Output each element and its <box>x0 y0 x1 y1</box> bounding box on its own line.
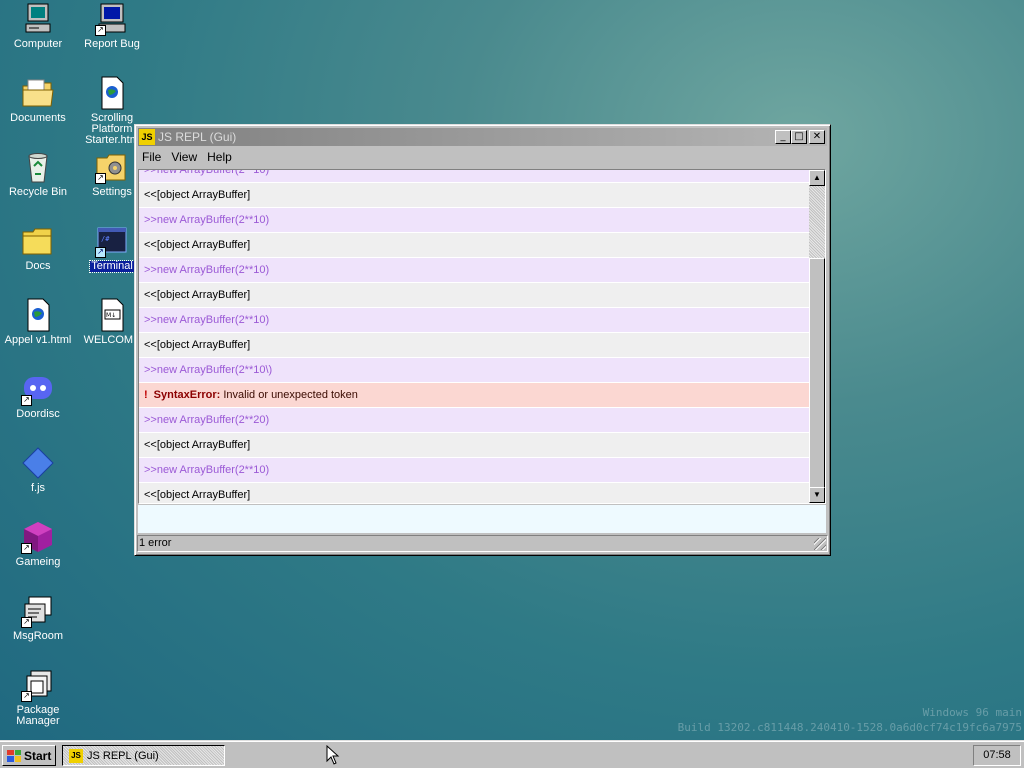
maximize-button[interactable]: □ <box>791 130 807 144</box>
html-file-icon <box>21 298 55 332</box>
taskbar-button-js-repl[interactable]: JS JS REPL (Gui) <box>62 745 225 766</box>
desktop-icon-msgroom[interactable]: ↗ MsgRoom <box>1 594 75 642</box>
error-type: SyntaxError: <box>153 389 221 401</box>
build-watermark-line2: Build 13202.c811448.240410-1528.0a6d0cf7… <box>677 721 1022 734</box>
repl-input-row: >>new ArrayBuffer(2**10) <box>139 170 810 182</box>
repl-output-row: <<[object ArrayBuffer] <box>139 483 810 503</box>
shortcut-arrow-icon: ↗ <box>21 617 32 628</box>
status-text: 1 error <box>139 537 172 549</box>
repl-output[interactable]: >>new ArrayBuffer(2**10) <<[object ArrayB… <box>138 169 826 504</box>
taskbar-button-label: JS REPL (Gui) <box>87 749 159 762</box>
error-message: Invalid or unexpected token <box>223 389 358 401</box>
desktop-icon-package-manager[interactable]: ↗ Package Manager <box>1 668 75 727</box>
status-bar: 1 error <box>137 535 828 552</box>
scroll-thumb[interactable] <box>809 258 825 488</box>
shortcut-arrow-icon: ↗ <box>95 247 106 258</box>
html-file-icon <box>95 76 129 110</box>
scroll-down-button[interactable]: ▼ <box>809 487 825 503</box>
vertical-scrollbar[interactable]: ▲ ▼ <box>809 170 825 503</box>
system-tray-clock[interactable]: 07:58 <box>973 745 1021 766</box>
shortcut-arrow-icon: ↗ <box>21 691 32 702</box>
repl-output-row: <<[object ArrayBuffer] <box>139 433 810 457</box>
computer-blue-icon: ↗ <box>95 2 129 36</box>
repl-window[interactable]: JS JS REPL (Gui) _ □ ✕ File View Help >>… <box>134 124 831 556</box>
mouse-cursor-icon <box>326 745 340 765</box>
documents-folder-icon <box>21 76 55 110</box>
repl-rows: >>new ArrayBuffer(2**10) <<[object ArrayB… <box>139 170 810 503</box>
repl-output-row: <<[object ArrayBuffer] <box>139 233 810 257</box>
repl-input[interactable] <box>138 505 826 533</box>
shortcut-arrow-icon: ↗ <box>95 173 106 184</box>
settings-folder-icon: ↗ <box>95 150 129 184</box>
menu-view[interactable]: View <box>167 150 203 164</box>
scroll-up-button[interactable]: ▲ <box>809 170 825 186</box>
window-titlebar[interactable]: JS JS REPL (Gui) _ □ ✕ <box>138 128 827 146</box>
recycle-bin-icon <box>21 150 55 184</box>
window-title: JS REPL (Gui) <box>158 130 237 144</box>
desktop-icon-appel[interactable]: Appel v1.html <box>1 298 75 346</box>
cube-icon: ↗ <box>21 520 55 554</box>
desktop-icon-doordisc[interactable]: ↗ Doordisc <box>1 372 75 420</box>
close-button[interactable]: ✕ <box>809 130 825 144</box>
repl-output-row: <<[object ArrayBuffer] <box>139 333 810 357</box>
js-app-icon: JS <box>139 129 155 145</box>
package-icon: ↗ <box>21 668 55 702</box>
taskbar: Start JS JS REPL (Gui) 07:58 <box>0 740 1024 768</box>
shortcut-arrow-icon: ↗ <box>21 395 32 406</box>
repl-error-row: ! SyntaxError: Invalid or unexpected toke… <box>139 383 810 407</box>
terminal-icon: /# ↗ <box>95 224 129 258</box>
windows-logo-icon <box>7 749 21 762</box>
discord-icon: ↗ <box>21 372 55 406</box>
svg-text:M↓: M↓ <box>106 312 116 319</box>
desktop-icon-gameing[interactable]: ↗ Gameing <box>1 520 75 568</box>
repl-input-row: >>new ArrayBuffer(2**10) <box>139 308 810 332</box>
start-label: Start <box>24 748 52 763</box>
desktop-icon-docs[interactable]: Docs <box>1 224 75 272</box>
repl-output-row: <<[object ArrayBuffer] <box>139 283 810 307</box>
repl-input-row: >>new ArrayBuffer(2**10) <box>139 258 810 282</box>
js-app-icon: JS <box>69 748 83 763</box>
repl-input-row: >>new ArrayBuffer(2**10) <box>139 458 810 482</box>
resize-grip-icon[interactable] <box>814 538 826 550</box>
desktop-icon-recycle-bin[interactable]: Recycle Bin <box>1 150 75 198</box>
diamond-icon <box>21 446 55 480</box>
menu-file[interactable]: File <box>138 150 167 164</box>
start-button[interactable]: Start <box>2 745 56 766</box>
markdown-file-icon: M↓ <box>95 298 129 332</box>
msgroom-icon: ↗ <box>21 594 55 628</box>
menu-help[interactable]: Help <box>203 150 238 164</box>
repl-input-row: >>new ArrayBuffer(2**20) <box>139 408 810 432</box>
desktop-icon-report-bug[interactable]: ↗ Report Bug <box>75 2 149 50</box>
repl-input-row: >>new ArrayBuffer(2**10) <box>139 208 810 232</box>
shortcut-arrow-icon: ↗ <box>95 25 106 36</box>
desktop-icon-documents[interactable]: Documents <box>1 76 75 124</box>
desktop-icon-fjs[interactable]: f.js <box>1 446 75 494</box>
desktop-icon-computer[interactable]: Computer <box>1 2 75 50</box>
folder-icon <box>21 224 55 258</box>
computer-icon <box>21 2 55 36</box>
build-watermark-line1: Windows 96 main <box>922 706 1022 719</box>
svg-text:/#: /# <box>101 235 110 243</box>
minimize-button[interactable]: _ <box>775 130 791 144</box>
error-marker-icon: ! <box>144 389 148 401</box>
shortcut-arrow-icon: ↗ <box>21 543 32 554</box>
repl-input-row: >>new ArrayBuffer(2**10\) <box>139 358 810 382</box>
repl-output-row: <<[object ArrayBuffer] <box>139 183 810 207</box>
menu-bar: File View Help <box>138 148 827 166</box>
